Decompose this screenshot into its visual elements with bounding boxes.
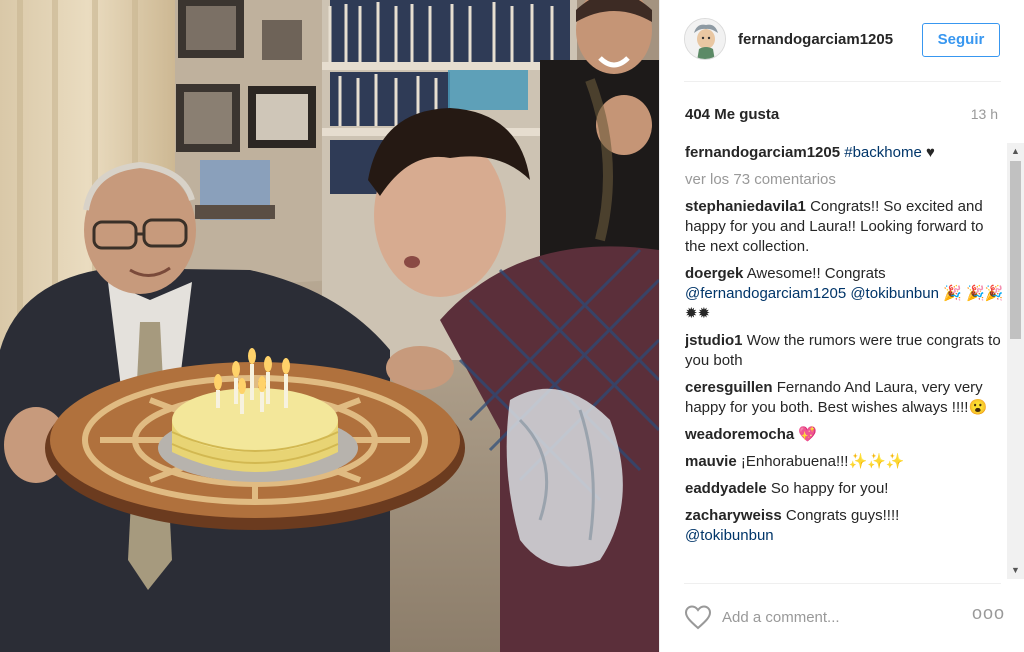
- comment-text: Congrats guys!!!!: [785, 507, 900, 524]
- post-username[interactable]: fernandogarciam1205: [738, 31, 893, 48]
- comment-item: mauvie ¡Enhorabuena!!!✨✨✨: [685, 452, 1007, 472]
- post-photo: [0, 0, 659, 652]
- comment-item: stephaniedavila1 Congrats!! So excited a…: [685, 197, 1007, 257]
- follow-button[interactable]: Seguir: [922, 23, 1000, 57]
- like-heart-icon[interactable]: [684, 604, 712, 630]
- likes-count[interactable]: 404 Me gusta: [685, 106, 779, 123]
- scroll-down-arrow-icon[interactable]: ▼: [1007, 562, 1024, 579]
- comment-username[interactable]: zacharyweiss: [685, 507, 782, 524]
- avatar[interactable]: [684, 18, 726, 60]
- heart-emoji: ♥: [925, 144, 935, 161]
- comment-username[interactable]: mauvie: [685, 453, 737, 470]
- comment-text: So happy for you!: [770, 480, 889, 497]
- comment-username[interactable]: stephaniedavila1: [685, 198, 806, 215]
- bottom-divider: [684, 583, 1001, 584]
- comment-item: jstudio1 Wow the rumors were true congra…: [685, 331, 1007, 371]
- view-all-comments-link[interactable]: ver los 73 comentarios: [685, 170, 1007, 190]
- comment-text: Awesome!! Congrats: [746, 265, 886, 282]
- header-divider: [684, 81, 1001, 82]
- comment-text: 💖: [798, 426, 818, 443]
- scroll-up-arrow-icon[interactable]: ▲: [1007, 143, 1024, 160]
- avatar-illustration-icon: [685, 19, 725, 59]
- post-timestamp[interactable]: 13 h: [971, 106, 998, 122]
- more-options-button[interactable]: ooo: [972, 604, 1004, 626]
- caption-username[interactable]: fernandogarciam1205: [685, 144, 840, 161]
- comment-username[interactable]: eaddyadele: [685, 480, 767, 497]
- post-sidebar: fernandogarciam1205 Seguir 404 Me gusta …: [659, 0, 1024, 652]
- comments-scrollbar[interactable]: ▲ ▼: [1007, 143, 1024, 579]
- comment-item: ceresguillen Fernando And Laura, very ve…: [685, 378, 1007, 418]
- comment-item: weadoremocha 💖: [685, 425, 1007, 445]
- scrollbar-thumb[interactable]: [1010, 161, 1021, 339]
- comment-username[interactable]: jstudio1: [685, 332, 743, 349]
- comment-item: eaddyadele So happy for you!: [685, 479, 1007, 499]
- comment-mentions[interactable]: @fernandogarciam1205 @tokibunbun: [685, 285, 939, 302]
- comment-username[interactable]: weadoremocha: [685, 426, 794, 443]
- post-caption: fernandogarciam1205 #backhome ♥: [685, 143, 1007, 163]
- comment-item: doergek Awesome!! Congrats @fernandogarc…: [685, 264, 1007, 324]
- birthday-cake-photo: [0, 0, 659, 652]
- comment-mentions[interactable]: @tokibunbun: [685, 527, 774, 544]
- caption-hashtag[interactable]: #backhome: [844, 144, 922, 161]
- comment-username[interactable]: ceresguillen: [685, 379, 773, 396]
- comment-item: zacharyweiss Congrats guys!!!! @tokibunb…: [685, 506, 1007, 546]
- comment-username[interactable]: doergek: [685, 265, 743, 282]
- comment-text: ¡Enhorabuena!!!✨✨✨: [740, 453, 905, 470]
- post-header: fernandogarciam1205 Seguir: [660, 0, 1024, 80]
- comments-list: fernandogarciam1205 #backhome ♥ ver los …: [685, 143, 1007, 579]
- add-comment-input[interactable]: [722, 606, 962, 628]
